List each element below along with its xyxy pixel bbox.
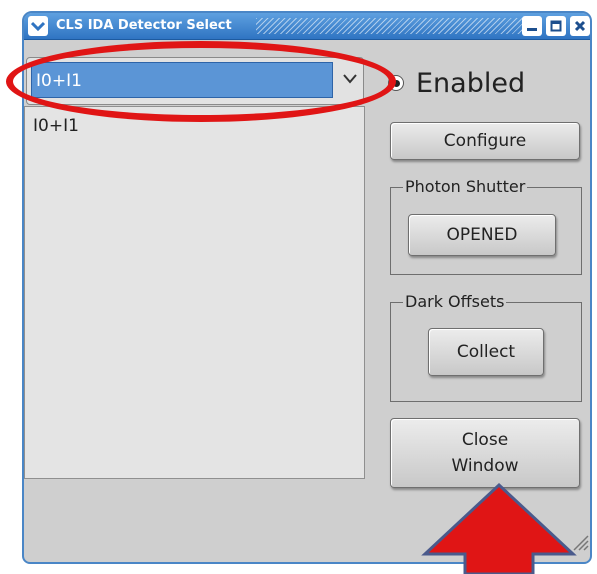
photon-shutter-title: Photon Shutter bbox=[403, 177, 528, 197]
configure-button[interactable]: Configure bbox=[390, 122, 580, 160]
annotation-ellipse bbox=[6, 41, 396, 122]
close-window-line1: Close bbox=[461, 430, 509, 450]
minimize-icon[interactable] bbox=[522, 16, 542, 36]
menu-chevron-icon[interactable] bbox=[28, 16, 48, 36]
detector-list[interactable]: I0+I1 bbox=[24, 106, 365, 479]
enabled-option[interactable]: Enabled bbox=[388, 66, 525, 100]
close-icon[interactable] bbox=[570, 16, 590, 36]
dark-offsets-title: Dark Offsets bbox=[403, 292, 507, 312]
maximize-icon[interactable] bbox=[546, 16, 566, 36]
window-title: CLS IDA Detector Select bbox=[56, 18, 232, 33]
close-window-line2: Window bbox=[451, 456, 519, 476]
enabled-label: Enabled bbox=[416, 67, 526, 99]
title-bar-pattern bbox=[256, 18, 528, 34]
shutter-toggle-button[interactable]: OPENED bbox=[408, 214, 556, 256]
collect-button[interactable]: Collect bbox=[428, 328, 544, 376]
close-window-button[interactable]: Close Window bbox=[390, 418, 580, 488]
title-bar[interactable]: CLS IDA Detector Select bbox=[24, 13, 590, 40]
annotation-arrow-icon bbox=[421, 482, 577, 574]
